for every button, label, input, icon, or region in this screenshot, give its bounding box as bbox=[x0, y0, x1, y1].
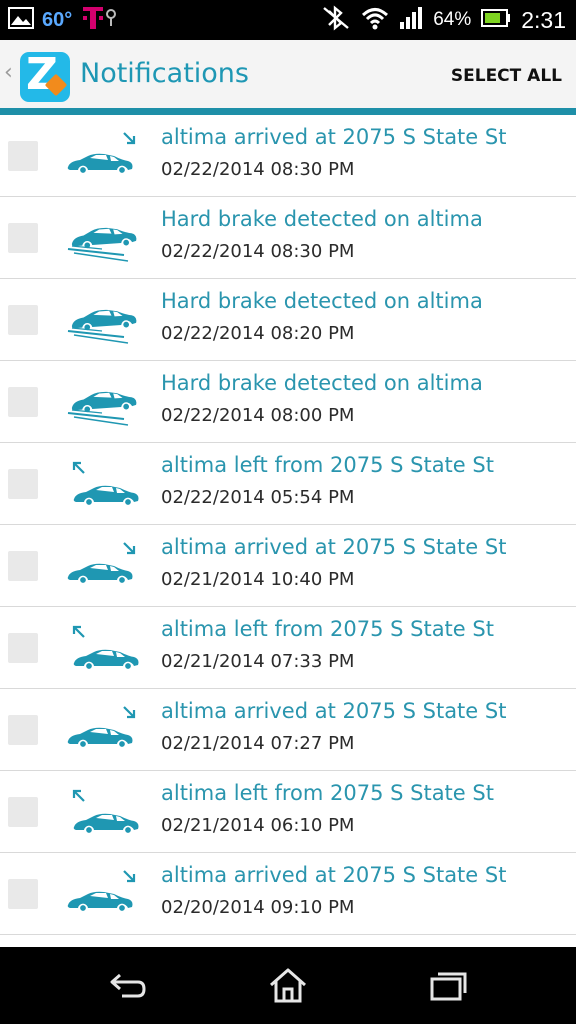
back-icon bbox=[110, 973, 146, 998]
clock-text: 2:31 bbox=[521, 6, 566, 33]
notification-checkbox[interactable] bbox=[8, 879, 38, 909]
up-navigation-icon[interactable]: ‹ bbox=[4, 60, 13, 85]
notification-title: altima arrived at 2075 S State St bbox=[161, 863, 507, 887]
notification-checkbox[interactable] bbox=[8, 387, 38, 417]
notification-checkbox[interactable] bbox=[8, 141, 38, 171]
battery-icon bbox=[481, 8, 511, 33]
notification-row[interactable]: Hard brake detected on altima bbox=[0, 935, 576, 947]
notification-row[interactable]: altima left from 2075 S State St 02/21/20… bbox=[0, 771, 576, 853]
notification-title: Hard brake detected on altima bbox=[161, 207, 483, 231]
status-bar: 60° 64% 2:31 bbox=[0, 0, 576, 40]
notification-title: altima left from 2075 S State St bbox=[161, 617, 494, 641]
back-button[interactable] bbox=[106, 965, 150, 1005]
notification-checkbox[interactable] bbox=[8, 223, 38, 253]
notification-time: 02/22/2014 05:54 PM bbox=[161, 487, 355, 508]
notification-time: 02/22/2014 08:20 PM bbox=[161, 323, 355, 344]
notification-checkbox[interactable] bbox=[8, 469, 38, 499]
action-bar: ‹ Z Notifications SELECT ALL bbox=[0, 40, 576, 108]
notification-title: altima arrived at 2075 S State St bbox=[161, 125, 507, 149]
home-icon bbox=[270, 968, 306, 1003]
home-button[interactable] bbox=[266, 965, 310, 1005]
notification-row[interactable]: Hard brake detected on altima 02/22/2014 … bbox=[0, 279, 576, 361]
notification-time: 02/22/2014 08:00 PM bbox=[161, 405, 355, 426]
notification-time: 02/21/2014 07:27 PM bbox=[161, 733, 355, 754]
notification-row[interactable]: altima arrived at 2075 S State St 02/22/2… bbox=[0, 115, 576, 197]
notification-title: Hard brake detected on altima bbox=[161, 289, 483, 313]
battery-percent-text: 64% bbox=[433, 9, 472, 30]
notification-title: Hard brake detected on altima bbox=[161, 371, 483, 395]
notification-checkbox[interactable] bbox=[8, 715, 38, 745]
notification-title: altima left from 2075 S State St bbox=[161, 453, 494, 477]
notification-checkbox[interactable] bbox=[8, 305, 38, 335]
notification-list[interactable]: altima arrived at 2075 S State St 02/22/2… bbox=[0, 115, 576, 947]
notification-checkbox[interactable] bbox=[8, 551, 38, 581]
bluetooth-icon bbox=[321, 4, 351, 36]
notification-row[interactable]: Hard brake detected on altima 02/22/2014 … bbox=[0, 197, 576, 279]
notification-time: 02/20/2014 09:10 PM bbox=[161, 897, 355, 918]
key-icon bbox=[104, 8, 118, 32]
notification-row[interactable]: altima arrived at 2075 S State St 02/21/2… bbox=[0, 525, 576, 607]
wifi-icon bbox=[361, 6, 389, 35]
notification-checkbox[interactable] bbox=[8, 633, 38, 663]
notification-time: 02/21/2014 06:10 PM bbox=[161, 815, 355, 836]
recent-apps-button[interactable] bbox=[426, 965, 470, 1005]
page-title: Notifications bbox=[80, 58, 249, 89]
app-logo[interactable]: Z bbox=[20, 50, 70, 102]
notification-row[interactable]: altima arrived at 2075 S State St 02/21/2… bbox=[0, 689, 576, 771]
notification-title: altima left from 2075 S State St bbox=[161, 781, 494, 805]
notification-row[interactable]: altima left from 2075 S State St 02/22/20… bbox=[0, 443, 576, 525]
temperature-text: 60° bbox=[42, 8, 73, 31]
notification-row[interactable]: Hard brake detected on altima 02/22/2014 … bbox=[0, 361, 576, 443]
notification-time: 02/22/2014 08:30 PM bbox=[161, 159, 355, 180]
notification-time: 02/21/2014 07:33 PM bbox=[161, 651, 355, 672]
notification-time: 02/22/2014 08:30 PM bbox=[161, 241, 355, 262]
notification-title: altima arrived at 2075 S State St bbox=[161, 535, 507, 559]
notification-row[interactable]: altima left from 2075 S State St 02/21/20… bbox=[0, 607, 576, 689]
notification-row[interactable]: altima arrived at 2075 S State St 02/20/2… bbox=[0, 853, 576, 935]
notification-checkbox[interactable] bbox=[8, 797, 38, 827]
signal-icon bbox=[399, 6, 423, 35]
navigation-bar bbox=[0, 947, 576, 1024]
gallery-icon bbox=[8, 6, 34, 34]
recent-apps-icon bbox=[430, 972, 467, 1001]
notification-time: 02/21/2014 10:40 PM bbox=[161, 569, 355, 590]
select-all-button[interactable]: SELECT ALL bbox=[451, 66, 562, 86]
action-bar-divider bbox=[0, 108, 576, 115]
notification-title: altima arrived at 2075 S State St bbox=[161, 699, 507, 723]
tmobile-icon bbox=[80, 4, 106, 37]
